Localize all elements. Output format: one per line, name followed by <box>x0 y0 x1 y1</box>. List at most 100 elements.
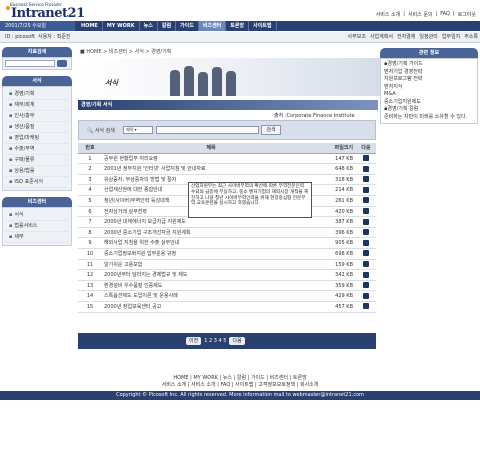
sub-menu-item[interactable]: 업무일지 <box>442 32 460 43</box>
table-row[interactable]: 9 해외사업 지침을 위한 수출 실무안내 905 KB <box>78 238 376 249</box>
sub-menu-item[interactable]: 주소록 <box>464 32 478 43</box>
related-link[interactable]: 준비하는 자만이 미래를 소유할 수 있다. <box>384 114 474 122</box>
nav-guide[interactable]: 가이드 <box>176 21 199 31</box>
top-link-service[interactable]: 서비스 소개 <box>376 11 401 18</box>
nav-forum[interactable]: 토론방 <box>226 21 250 31</box>
sidebar-item[interactable]: ▪ 세무 <box>5 232 69 243</box>
download-button[interactable] <box>356 185 376 195</box>
mini-search-input[interactable] <box>5 60 55 67</box>
table-row[interactable]: 7 2000년 대체에너지 보급지급 지원제도 387 KB <box>78 217 376 228</box>
sub-menu-item[interactable]: 일정관리 <box>419 32 437 43</box>
nav-home[interactable]: HOME <box>77 21 103 31</box>
download-button[interactable] <box>356 175 376 185</box>
search-field-select[interactable]: 제목 ▾ <box>123 126 153 134</box>
row-title-link[interactable]: 2000년 창업보육센터 공고 <box>102 302 318 312</box>
related-link[interactable]: ▪경영/기획 가이드 <box>384 61 474 69</box>
nav-sitemap[interactable]: 사이트맵 <box>249 21 277 31</box>
table-row[interactable]: 15 2000년 창업보육센터 공고 457 KB <box>78 302 376 313</box>
bullet-icon: ▪ <box>9 168 13 174</box>
table-header: 번호 제목 파일크기 다운 <box>78 143 376 154</box>
download-button[interactable] <box>356 302 376 312</box>
sidebar-item[interactable]: ▪ 서식 <box>5 210 69 221</box>
related-link[interactable]: M&A <box>384 91 474 99</box>
search-input[interactable] <box>156 126 259 134</box>
row-title-link[interactable]: 2000년 중소기업 구조개선자금 지원계획 <box>102 228 318 238</box>
top-link-inquiry[interactable]: 서비스 문의 <box>408 11 433 18</box>
table-row[interactable]: 14 스톡옵션제도 도입이론 및 운용사례 429 KB <box>78 291 376 302</box>
row-title-link[interactable]: 환경설비 우수품질 인증제도 <box>102 281 318 291</box>
row-title-link[interactable]: 2001년 정부지원 '인터넷' 사업지침 및 안내자료 <box>102 164 318 174</box>
nav-my-work[interactable]: MY WORK <box>103 21 140 31</box>
download-button[interactable] <box>356 207 376 217</box>
top-link-logout[interactable]: 로그아웃 <box>458 11 476 18</box>
sidebar-item[interactable]: ▪ 수출/무역 <box>5 144 69 155</box>
right-sidebar: 관련 정보 ▪경영/기획 가이드 벤처기업 경영전략 지원프로그램 전략 벤처지… <box>380 48 478 124</box>
table-row[interactable]: 13 환경설비 우수품질 인증제도 359 KB <box>78 281 376 292</box>
page-numbers[interactable]: 1 2 3 4 5 <box>204 338 226 344</box>
sidebar-item[interactable]: ▪ 영업/마케팅 <box>5 133 69 144</box>
row-title-link[interactable]: 2000년 대체에너지 보급지급 지원제도 <box>102 217 318 227</box>
row-number: 10 <box>86 250 94 257</box>
download-button[interactable] <box>356 217 376 227</box>
row-title-link[interactable]: 공무원 현황업무 처리요령 <box>102 154 318 164</box>
table-row[interactable]: 11 알기쉬운 고용보험 159 KB <box>78 260 376 271</box>
nav-bizcenter[interactable]: 비즈센터 <box>198 21 227 31</box>
download-button[interactable] <box>356 154 376 164</box>
table-row[interactable]: 1 공무원 현황업무 처리요령 147 KB <box>78 154 376 165</box>
table-row[interactable]: 10 중소기업정보화지원 업무운용 규정 698 KB <box>78 249 376 260</box>
top-link-faq[interactable]: FAQ <box>440 11 450 18</box>
row-number: 1 <box>88 155 92 162</box>
prev-page-button[interactable]: 이전 <box>186 337 202 345</box>
download-button[interactable] <box>356 196 376 206</box>
download-button[interactable] <box>356 164 376 174</box>
bullet-icon: ▪ <box>9 135 13 141</box>
nav-column[interactable]: 칼럼 <box>158 21 177 31</box>
download-icon <box>363 208 369 215</box>
related-link[interactable]: ▪경영/기획 칼럼 <box>384 106 474 114</box>
download-button[interactable] <box>356 228 376 238</box>
footer-links-row[interactable]: HOME | MY WORK | 뉴스 | 칼럼 | 가이드 | 비즈센터 | … <box>0 375 480 382</box>
sidebar-item[interactable]: ▪ 법률서비스 <box>5 221 69 232</box>
table-row[interactable]: 2 2001년 정부지원 '인터넷' 사업지침 및 안내자료 648 KB <box>78 164 376 175</box>
table-row[interactable]: 12 2000년부터 달라지는 경제법규 및 제도 342 KB <box>78 270 376 281</box>
download-button[interactable] <box>356 260 376 270</box>
related-link[interactable]: 지원프로그램 전략 <box>384 76 474 84</box>
sidebar-item[interactable]: ▪ 구매/물류 <box>5 155 69 166</box>
row-title-link[interactable]: 스톡옵션제도 도입이론 및 운용사례 <box>102 291 318 301</box>
download-button[interactable] <box>356 270 376 280</box>
sidebar-item[interactable]: ▪ 생산/품질 <box>5 122 69 133</box>
search-button[interactable]: 검색 <box>261 125 281 135</box>
related-link[interactable]: 중소기업지원제도 <box>384 99 474 107</box>
download-button[interactable] <box>356 238 376 248</box>
download-button[interactable] <box>356 291 376 301</box>
person-figure <box>226 71 236 96</box>
download-icon <box>363 239 369 246</box>
row-title-link[interactable]: 중소기업정보화지원 업무운용 규정 <box>102 249 318 259</box>
related-link[interactable]: 벤처지식 <box>384 84 474 92</box>
download-icon <box>363 165 369 172</box>
row-file-size: 214 KB <box>335 187 353 194</box>
logo[interactable]: Intranet21 <box>6 6 85 21</box>
bullet-icon: ▪ <box>9 146 13 152</box>
sidebar-item[interactable]: ▪ 상용/법률 <box>5 166 69 177</box>
nav-news[interactable]: 뉴스 <box>140 21 158 31</box>
sidebar-item[interactable]: ▪ 재무/회계 <box>5 100 69 111</box>
sidebar-item[interactable]: ▪ 인사/총무 <box>5 111 69 122</box>
related-link[interactable]: 벤처기업 경영전략 <box>384 69 474 77</box>
row-title-link[interactable]: 2000년부터 달라지는 경제법규 및 제도 <box>102 270 318 280</box>
sidebar-item[interactable]: ▪ ISO 표준서식 <box>5 177 69 188</box>
sub-menu-item[interactable]: 사업계획서 <box>370 32 393 43</box>
sidebar-item[interactable]: ▪ 경영/기획 <box>5 89 69 100</box>
download-button[interactable] <box>356 249 376 259</box>
footer-links-row[interactable]: 서비스 소개 | 서비스 소개 | FAQ | 사이트맵 | 고객정보보호정책 … <box>0 382 480 389</box>
row-title-link[interactable]: 해외사업 지침을 위한 수출 실무안내 <box>102 238 318 248</box>
row-number: 12 <box>86 272 94 279</box>
next-page-button[interactable]: 다음 <box>229 337 245 345</box>
sub-menu-item[interactable]: 전자결재 <box>397 32 415 43</box>
mini-search-button[interactable] <box>57 60 67 67</box>
sub-menu-item[interactable]: 사무보조 <box>348 32 366 43</box>
row-title-link[interactable]: 알기쉬운 고용보험 <box>102 260 318 270</box>
table-row[interactable]: 8 2000년 중소기업 구조개선자금 지원계획 396 KB <box>78 228 376 239</box>
row-file-size: 648 KB <box>335 166 353 173</box>
download-button[interactable] <box>356 281 376 291</box>
